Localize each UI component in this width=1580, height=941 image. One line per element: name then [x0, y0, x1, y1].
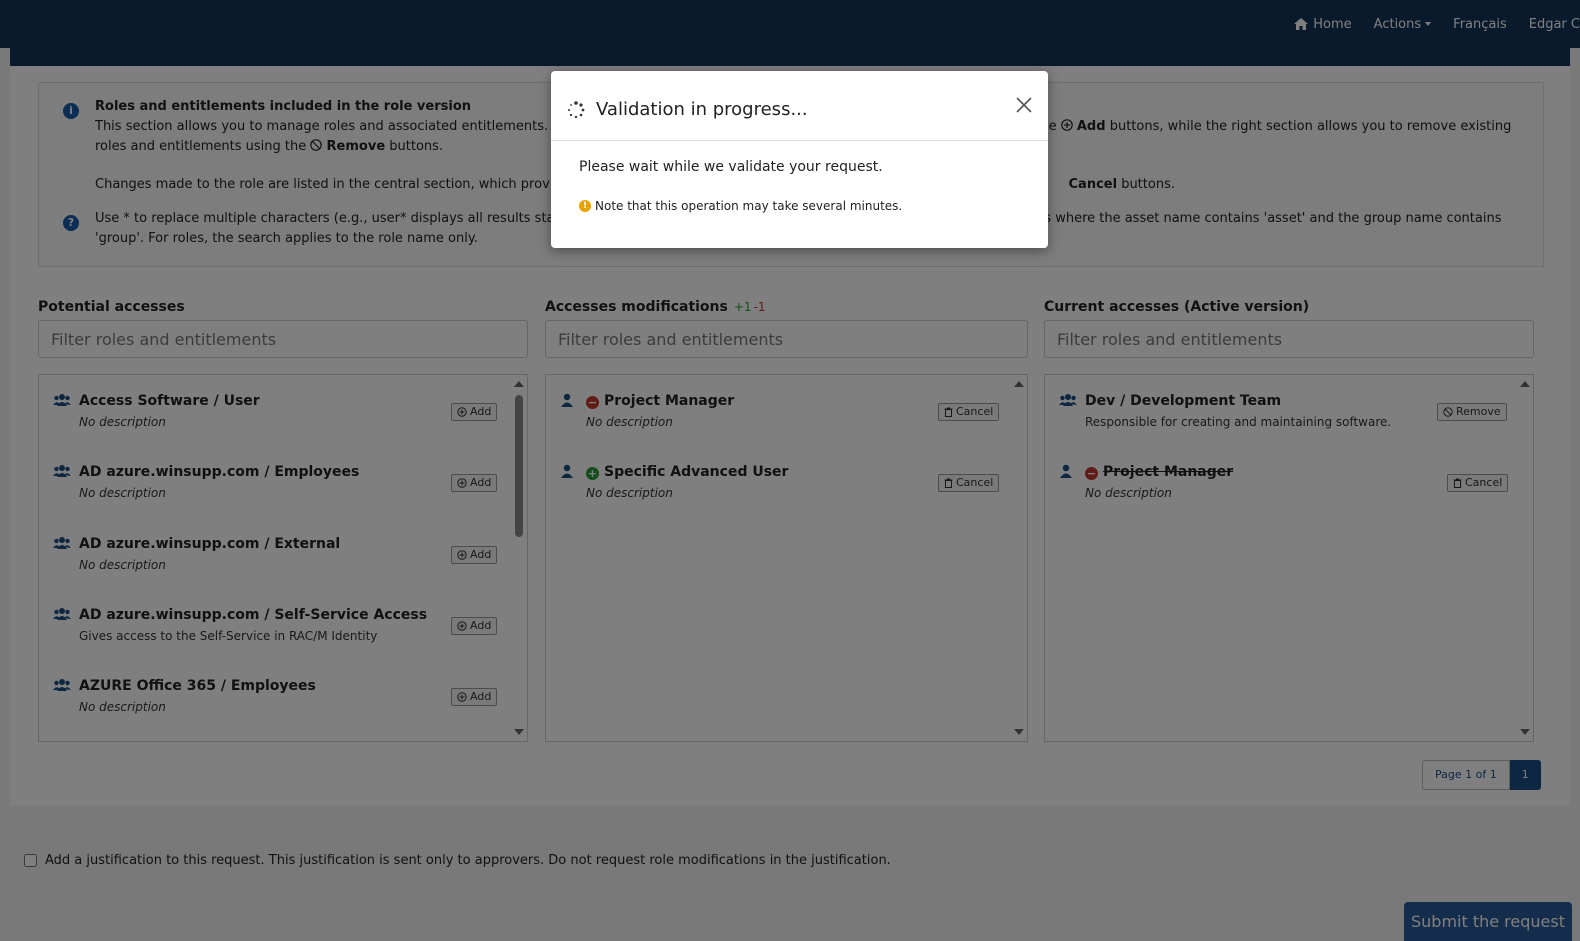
modal-note: ! Note that this operation may take seve…: [579, 199, 902, 213]
warning-icon: !: [579, 200, 591, 212]
spinner-icon: [568, 101, 585, 119]
modal-message: Please wait while we validate your reque…: [579, 159, 883, 175]
modal-header: Validation in progress...: [551, 71, 1048, 141]
modal-title: Validation in progress...: [596, 99, 808, 120]
validation-modal: Validation in progress... Please wait wh…: [551, 71, 1048, 248]
close-icon[interactable]: [1014, 95, 1034, 115]
